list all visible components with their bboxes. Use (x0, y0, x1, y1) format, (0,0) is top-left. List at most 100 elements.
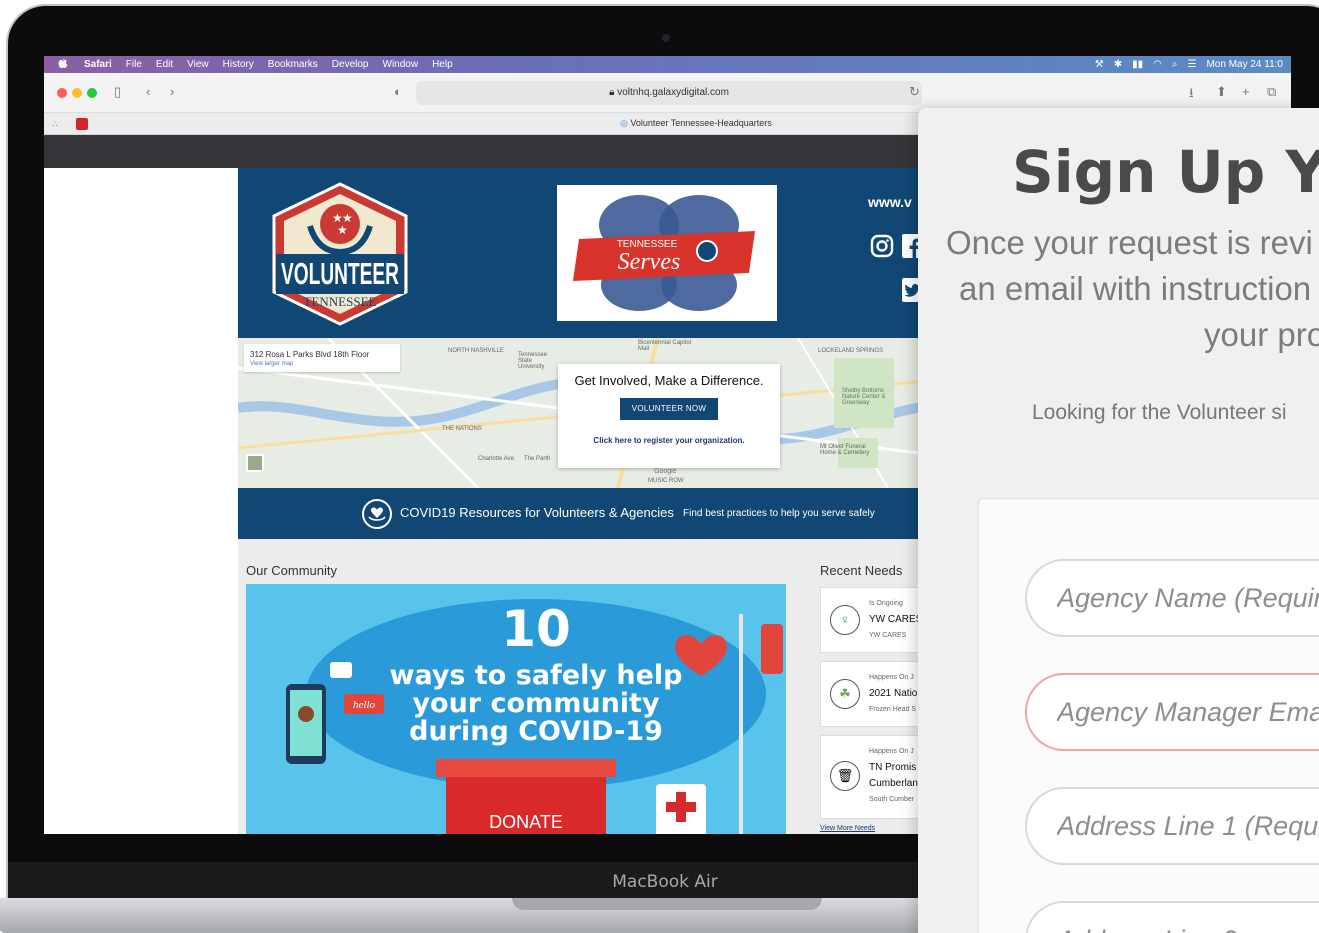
address-line2-input[interactable] (1057, 903, 1319, 933)
view-larger-map-link[interactable]: View larger map (250, 361, 394, 367)
map-label: Charlotte Ave (478, 456, 514, 462)
signup-desc-line3: your pro (1204, 316, 1319, 353)
ribbon-icon: ♀ (830, 605, 860, 635)
map-embed[interactable]: 312 Rosa L Parks Blvd 18th Floor View la… (238, 338, 958, 488)
cta-card: Get Involved, Make a Difference. VOLUNTE… (558, 364, 780, 468)
view-more-needs-link[interactable]: View More Needs (820, 825, 875, 832)
lock-icon: 🔒︎ (609, 87, 615, 98)
need-title: TN Promis (869, 762, 917, 773)
map-label: THE NATIONS (442, 426, 482, 432)
forward-icon[interactable]: › (170, 84, 174, 99)
map-address: 312 Rosa L Parks Blvd 18th Floor (250, 350, 370, 359)
url-text: voltnhq.galaxydigital.com (617, 87, 729, 98)
website-url-text[interactable]: www.v (868, 194, 912, 210)
need-label: Is Ongoing (869, 600, 903, 607)
volunteer-now-button[interactable]: VOLUNTEER NOW (619, 398, 719, 420)
mac-menubar: Safari File Edit View History Bookmarks … (44, 56, 1291, 73)
signup-form (978, 498, 1319, 933)
tab-active[interactable]: ◎ Volunteer Tennessee-Headquarters (620, 118, 772, 129)
apple-icon[interactable] (58, 57, 68, 72)
cta-title: Get Involved, Make a Difference. (574, 373, 764, 388)
reload-icon[interactable]: ↻ (909, 84, 920, 100)
map-label: The Parth (524, 456, 551, 462)
control-center-icon[interactable]: ☰ (1188, 59, 1197, 70)
laptop-notch (512, 898, 822, 910)
agency-name-input[interactable] (1057, 561, 1319, 635)
bookmark-asana-icon[interactable]: ∴ (52, 119, 62, 129)
our-community-heading: Our Community (246, 563, 338, 578)
tab-title-text: Volunteer Tennessee-Headquarters (630, 118, 772, 128)
register-organization-link[interactable]: Click here to register your organization… (558, 436, 780, 445)
minimize-window-button[interactable] (72, 88, 82, 98)
back-icon[interactable]: ‹ (146, 84, 150, 99)
agency-manager-email-field[interactable] (1025, 673, 1319, 751)
agency-name-field[interactable] (1025, 559, 1319, 637)
volunteer-tennessee-logo[interactable]: ★ ★ ★ VOLUNTEER TENNESSEE (266, 180, 414, 328)
map-label: Tennessee State University (518, 352, 548, 370)
covid-tips-image[interactable]: 10 ways to safely help your community du… (246, 584, 786, 834)
image-line2: your community (412, 688, 660, 719)
privacy-shield-icon[interactable]: ◐ (394, 84, 402, 99)
map-label: Mt Olivet Funeral Home & Cemetery (820, 444, 870, 456)
need-title: 2021 Natio (869, 688, 918, 699)
need-title-line2: Cumberlan (869, 778, 918, 789)
need-title: YW CARES (869, 614, 923, 625)
hero-banner: ★ ★ ★ VOLUNTEER TENNESSEE TENNESSEE Serv (238, 168, 958, 338)
map-label: Bicentennial Capitol Mall (638, 340, 692, 352)
logo-text-volunteer: VOLUNTEER (281, 256, 399, 291)
logo-text-tennessee: TENNESSEE (304, 294, 377, 309)
need-org: South Cumber (869, 796, 915, 803)
volunteer-signup-note[interactable]: Looking for the Volunteer si (1032, 401, 1287, 425)
address-line2-field[interactable] (1025, 901, 1319, 933)
map-label: MUSIC ROW (648, 478, 684, 484)
menu-bookmarks[interactable]: Bookmarks (268, 59, 318, 70)
key-icon[interactable]: ⚒ (1095, 59, 1104, 70)
camera-icon (662, 34, 670, 42)
bluetooth-icon[interactable]: ✱ (1114, 59, 1122, 70)
tennessee-serves-logo[interactable]: TENNESSEE Serves (557, 185, 777, 321)
laptop-model-label: MacBook Air (612, 872, 718, 892)
address-line1-field[interactable] (1025, 787, 1319, 865)
tab-overview-icon[interactable]: ⧉ (1267, 84, 1276, 100)
menu-edit[interactable]: Edit (156, 59, 173, 70)
instagram-icon[interactable] (870, 234, 894, 263)
address-line1-input[interactable] (1057, 789, 1319, 863)
signup-desc-line1: Once your request is revi (946, 224, 1313, 261)
need-org: Frozen Head S (869, 706, 917, 713)
bookmark-red-icon[interactable] (76, 118, 88, 130)
menu-window[interactable]: Window (383, 59, 419, 70)
map-label: NORTH NASHVILLE (448, 348, 504, 354)
map-label: Shelby Bottoms Nature Center & Greenway (842, 388, 886, 406)
image-line1: ways to safely help (390, 660, 683, 691)
image-number: 10 (501, 600, 571, 658)
covid-resources-banner[interactable]: COVID19 Resources for Volunteers & Agenc… (238, 488, 958, 539)
menu-develop[interactable]: Develop (332, 59, 369, 70)
map-address-card: 312 Rosa L Parks Blvd 18th Floor View la… (244, 344, 400, 372)
search-icon[interactable]: ⌕ (1172, 59, 1178, 70)
address-bar[interactable]: 🔒︎ voltnhq.galaxydigital.com (416, 81, 922, 105)
new-tab-icon[interactable]: + (1242, 84, 1250, 99)
close-window-button[interactable] (57, 88, 67, 98)
image-hello-bubble: hello (353, 699, 375, 711)
menu-app-name[interactable]: Safari (84, 59, 112, 70)
covid-main-text: COVID19 Resources for Volunteers & Agenc… (400, 505, 674, 520)
download-icon[interactable]: ⭳ (1189, 84, 1194, 106)
menubar-clock[interactable]: Mon May 24 11:0 (1206, 59, 1283, 70)
menu-view[interactable]: View (187, 59, 209, 70)
sidebar-toggle-icon[interactable]: ▯ (114, 84, 121, 100)
serves-line2: Serves (618, 249, 681, 275)
zoom-window-button[interactable] (87, 88, 97, 98)
wifi-icon[interactable]: ◠ (1153, 59, 1162, 70)
menu-history[interactable]: History (223, 59, 254, 70)
battery-icon[interactable]: ▮▮ (1132, 59, 1143, 70)
hands-heart-icon (362, 499, 392, 529)
menu-file[interactable]: File (126, 59, 142, 70)
agency-manager-email-input[interactable] (1057, 675, 1319, 749)
recent-needs-heading: Recent Needs (820, 563, 903, 578)
share-icon[interactable]: ⬆ (1216, 84, 1227, 100)
menu-help[interactable]: Help (432, 59, 453, 70)
content-area: Our Community 10 ways to safely help you… (238, 539, 960, 834)
map-satellite-toggle[interactable] (246, 454, 264, 472)
menubar-status-area: ⚒ ✱ ▮▮ ◠ ⌕ ☰ Mon May 24 11:0 (1095, 56, 1283, 73)
trash-icon: 🗑︎ (830, 761, 860, 791)
